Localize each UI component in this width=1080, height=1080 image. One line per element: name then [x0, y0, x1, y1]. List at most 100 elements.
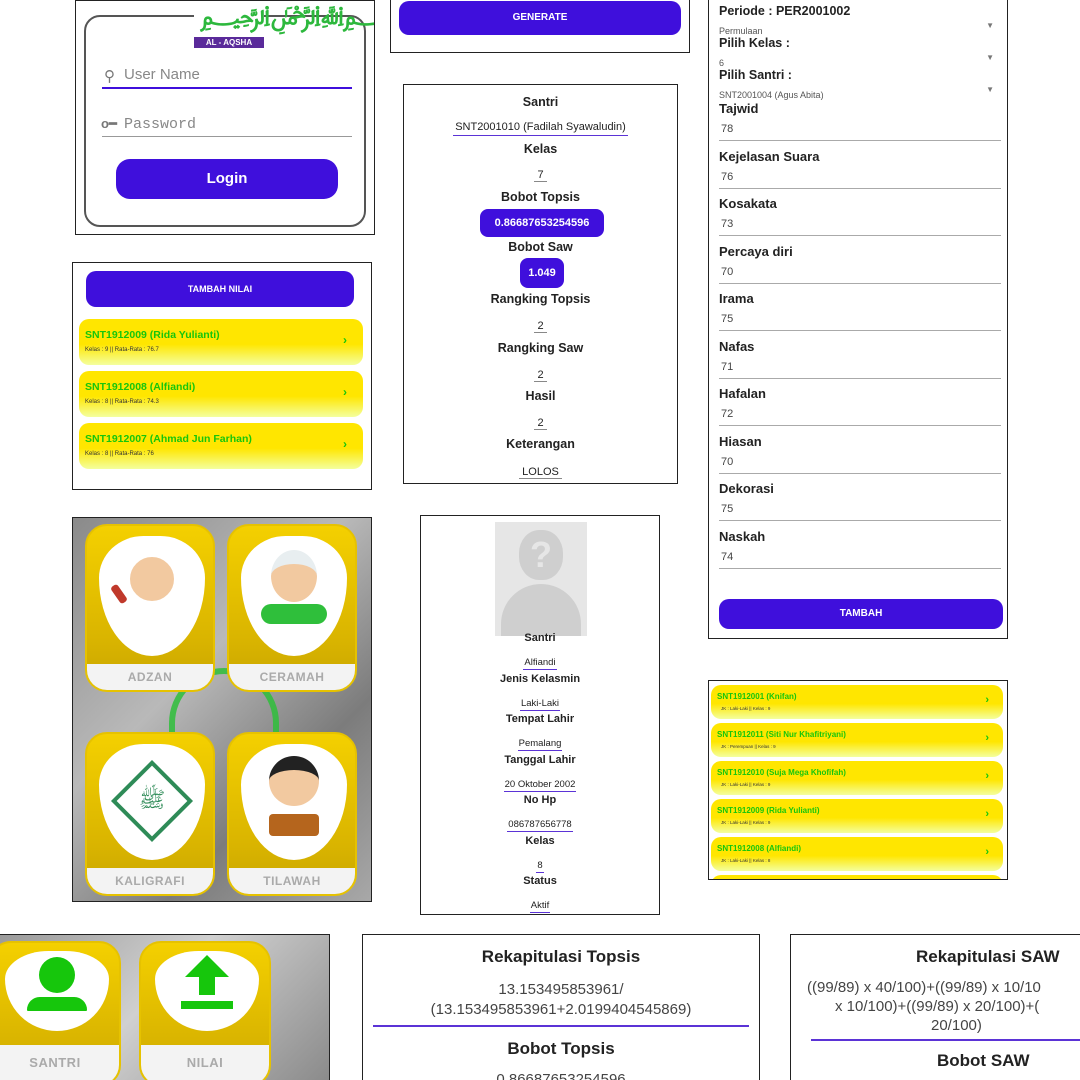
santri-item-title: SNT1912009 (Rida Yulianti) [717, 806, 820, 815]
score-label: Nafas [719, 338, 755, 354]
category-label-ceramah: CERAMAH [229, 664, 355, 690]
chevron-right-icon: › [985, 732, 989, 744]
rekap-saw-divider [811, 1039, 1080, 1041]
score-input[interactable]: 70 [719, 264, 1001, 284]
santri-list-item[interactable]: SNT1912011 (Siti Nur Khafitriyani) JK : P… [711, 723, 1003, 757]
profile-field-label: No Hp [523, 794, 557, 806]
rekap-topsis-bobot-value: 0.86687653254596 [496, 1071, 626, 1080]
rekap-topsis-title: Rekapitulasi Topsis [481, 947, 641, 966]
ceramah-figure-icon [271, 550, 317, 602]
profile-field-label: Tanggal Lahir [504, 753, 576, 766]
santri-select[interactable]: SNT2001004 (Agus Abita) ▼ [719, 85, 994, 100]
rekap-topsis-divider [373, 1025, 749, 1027]
nilai-list-panel: TAMBAH NILAI SNT1912009 (Rida Yulianti) K… [72, 262, 372, 490]
santri-list-item[interactable]: SNT1912001 (Knifan) JK : Laki-Laki || Kel… [711, 685, 1003, 719]
chevron-right-icon: › [985, 770, 989, 782]
score-value: 76 [721, 170, 734, 183]
menu-tile-nilai[interactable]: NILAI [139, 941, 271, 1080]
rank-saw-label: Rangking Saw [497, 341, 584, 355]
result-kelas-value: 7 [404, 165, 677, 183]
nilai-list-item[interactable]: SNT1912008 (Alfiandi) Kelas : 8 || Rata-R… [79, 371, 363, 417]
profile-panel: ? Santri Alfiandi Jenis Kelasmin Laki-Laki T… [420, 515, 660, 915]
profile-field-value: 8 [421, 855, 659, 873]
nilai-list-item[interactable]: SNT1912007 (Ahmad Jun Farhan) Kelas : 8 |… [79, 423, 363, 469]
santri-item-sub: JK : Laki-Laki || Kelas : 9 [721, 706, 771, 711]
avatar-head-icon: ? [519, 530, 563, 580]
profile-field-value: Pemalang [421, 733, 659, 751]
score-input[interactable]: 76 [719, 169, 1001, 189]
santri-list-item[interactable]: SNT1912008 (Alfiandi) JK : Laki-Laki || K… [711, 837, 1003, 871]
nilai-item-title: SNT1912007 (Ahmad Jun Farhan) [85, 433, 252, 445]
hasil-value: 2 [404, 413, 677, 431]
menu-label-santri: SANTRI [0, 1045, 119, 1080]
chevron-right-icon: › [343, 385, 347, 399]
score-value: 70 [721, 455, 734, 468]
nilai-item-sub: Kelas : 8 || Rata-Rata : 74.3 [85, 399, 159, 405]
score-label: Hiasan [719, 433, 762, 449]
score-label: Kosakata [719, 196, 777, 211]
rekap-topsis-formula-1: 13.153495853961/ [498, 981, 624, 998]
score-input[interactable]: 78 [719, 121, 1001, 141]
category-label-tilawah: TILAWAH [229, 868, 355, 894]
rank-topsis-label: Rangking Topsis [490, 292, 591, 306]
kelas-label: Pilih Kelas : [719, 36, 790, 50]
rank-saw-value: 2 [404, 365, 677, 383]
score-label: Naskah [719, 528, 766, 544]
username-field[interactable]: User Name [102, 63, 352, 89]
score-input[interactable]: 71 [719, 359, 1001, 379]
kelas-select[interactable]: 6 ▼ [719, 53, 994, 68]
score-input[interactable]: 73 [719, 216, 1001, 236]
menu-panel: SANTRI NILAI [0, 934, 330, 1080]
nilai-item-title: SNT1912008 (Alfiandi) [85, 381, 196, 393]
category-label-kaligrafi: KALIGRAFI [87, 868, 213, 894]
result-kelas-label: Kelas [523, 142, 558, 156]
santri-label: Pilih Santri : [719, 68, 792, 82]
upload-base-icon [181, 1001, 233, 1009]
avatar-body-icon [501, 584, 581, 636]
login-button[interactable]: Login [116, 159, 338, 199]
menu-tile-santri[interactable]: SANTRI [0, 941, 121, 1080]
chevron-right-icon: › [343, 437, 347, 451]
category-tile-kaligrafi[interactable]: ﷺ KALIGRAFI [85, 732, 215, 896]
santri-item-title: SNT1912011 (Siti Nur Khafitriyani) [717, 730, 846, 739]
category-tile-ceramah[interactable]: CERAMAH [227, 524, 357, 692]
score-input[interactable]: 75 [719, 311, 1001, 331]
santri-list-item[interactable] [711, 875, 1003, 879]
score-input[interactable]: 75 [719, 501, 1001, 521]
scarf-icon [261, 604, 327, 624]
user-icon [39, 957, 75, 993]
profile-field-label: Santri [524, 632, 556, 644]
score-input[interactable]: 72 [719, 406, 1001, 426]
tambah-nilai-button[interactable]: TAMBAH NILAI [86, 271, 354, 307]
login-panel: ﷽ AL - AQSHA ⚲ User Name o━ Password Log… [75, 0, 375, 235]
logo-text: AL - AQSHA [194, 37, 264, 48]
password-field[interactable]: Password [102, 113, 352, 137]
quran-book-icon [269, 814, 319, 836]
santri-list-item[interactable]: SNT1912010 (Suja Mega Khofifah) JK : Laki… [711, 761, 1003, 795]
profile-value-text: 8 [536, 859, 544, 873]
score-label: Percaya diri [719, 243, 793, 259]
periode-text: Periode : PER2001002 [719, 4, 851, 18]
score-input[interactable]: 74 [719, 549, 1001, 569]
topsis-label: Bobot Topsis [501, 190, 580, 204]
score-label: Irama [719, 291, 754, 306]
result-santri-value: SNT2001010 (Fadilah Syawaludin) [424, 117, 657, 136]
category-tile-tilawah[interactable]: TILAWAH [227, 732, 357, 896]
result-santri-label: Santri [522, 95, 559, 109]
rekap-topsis-panel: Rekapitulasi Topsis 13.153495853961/ (13… [362, 934, 760, 1080]
score-input[interactable]: 70 [719, 454, 1001, 474]
rekap-saw-panel: Rekapitulasi SAW ((99/89) x 40/100)+((99… [790, 934, 1080, 1080]
tilawah-figure-icon [269, 756, 319, 806]
generate-button[interactable]: GENERATE [399, 1, 681, 35]
result-panel: Santri SNT2001010 (Fadilah Syawaludin) K… [403, 84, 678, 484]
user-body-icon [27, 997, 87, 1011]
keterangan-value: LOLOS [404, 462, 677, 480]
category-tile-adzan[interactable]: ADZAN [85, 524, 215, 692]
santri-list-item[interactable]: SNT1912009 (Rida Yulianti) JK : Laki-Laki… [711, 799, 1003, 833]
periode-select[interactable]: Permulaan ▼ [719, 21, 994, 36]
tambah-button[interactable]: TAMBAH [719, 599, 1003, 629]
profile-field-label: Kelas [525, 834, 555, 847]
nilai-list-item[interactable]: SNT1912009 (Rida Yulianti) Kelas : 9 || R… [79, 319, 363, 365]
profile-field-label: Status [523, 875, 557, 887]
profile-value-text: Pemalang [517, 738, 563, 751]
